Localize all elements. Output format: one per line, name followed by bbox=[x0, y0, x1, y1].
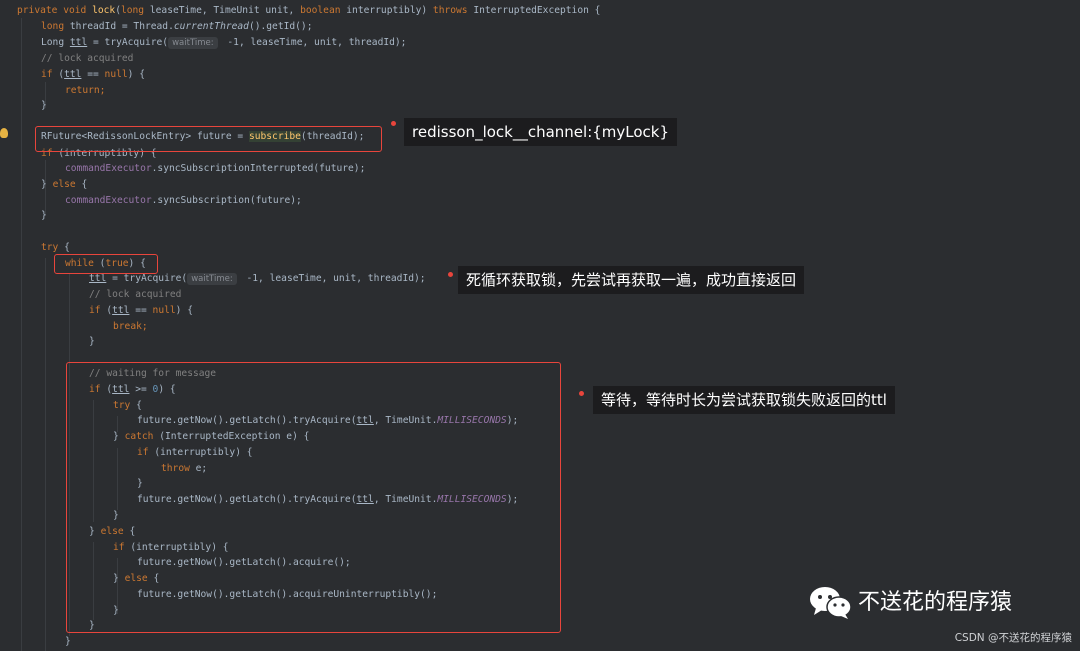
code-text: } bbox=[89, 336, 95, 347]
variable-ttl: ttl bbox=[112, 305, 130, 316]
code-line[interactable]: if (ttl == null) { bbox=[41, 67, 145, 83]
keyword: if bbox=[41, 69, 59, 80]
callout-dot bbox=[448, 272, 453, 277]
code-line[interactable]: } else { bbox=[41, 177, 87, 193]
code-text: ().getId(); bbox=[248, 21, 313, 32]
callout-dot bbox=[579, 391, 584, 396]
subscribe-highlight-box bbox=[35, 126, 382, 152]
indent-guide bbox=[21, 18, 22, 651]
code-text: } bbox=[41, 179, 53, 190]
code-text: -1, leaseTime, unit, threadId); bbox=[221, 37, 407, 48]
keyword: private void bbox=[17, 5, 93, 16]
csdn-watermark: CSDN @不送花的程序猿 bbox=[954, 632, 1072, 644]
keyword: break; bbox=[113, 321, 148, 332]
code-text: } bbox=[41, 100, 47, 111]
field: commandExecutor bbox=[65, 195, 152, 206]
static-call: currentThread bbox=[173, 21, 249, 32]
indent-guide bbox=[45, 258, 46, 651]
code-text: interruptibly) bbox=[346, 5, 433, 16]
code-comment[interactable]: // lock acquired bbox=[89, 287, 181, 303]
code-text: == bbox=[81, 69, 105, 80]
wait-block-highlight-box bbox=[66, 362, 561, 633]
keyword: null bbox=[104, 69, 128, 80]
code-text: = tryAcquire( bbox=[106, 273, 188, 284]
code-line[interactable]: long threadId = Thread.currentThread().g… bbox=[41, 19, 313, 35]
code-text: .syncSubscription(future); bbox=[151, 195, 302, 206]
keyword: else bbox=[52, 179, 82, 190]
subscribe-callout: redisson_lock__channel:{myLock} bbox=[404, 118, 678, 146]
code-line[interactable]: Long ttl = tryAcquire(waitTime: -1, leas… bbox=[41, 35, 406, 51]
keyword: boolean bbox=[300, 5, 347, 16]
code-text: == bbox=[129, 305, 153, 316]
loop-callout: 死循环获取锁，先尝试再获取一遍，成功直接返回 bbox=[458, 266, 805, 294]
code-line[interactable]: } bbox=[41, 98, 47, 114]
code-line[interactable]: break; bbox=[113, 319, 148, 335]
code-text: { bbox=[81, 179, 88, 190]
code-line[interactable]: return; bbox=[65, 83, 105, 99]
parameter-hint: waitTime: bbox=[168, 37, 218, 49]
code-line-method-signature[interactable]: private void lock(long leaseTime, TimeUn… bbox=[17, 3, 600, 19]
code-text: } bbox=[41, 210, 47, 221]
keyword: long bbox=[120, 5, 150, 16]
callout-dot bbox=[391, 121, 396, 126]
while-highlight-box bbox=[54, 254, 158, 274]
method-name: lock bbox=[92, 5, 116, 16]
code-line[interactable]: } bbox=[89, 334, 95, 350]
code-text: leaseTime, TimeUnit unit, bbox=[149, 5, 301, 16]
keyword: return; bbox=[65, 85, 106, 96]
comment-text: // lock acquired bbox=[89, 289, 182, 300]
keyword: if bbox=[89, 305, 107, 316]
code-line[interactable]: commandExecutor.syncSubscription(future)… bbox=[65, 193, 302, 209]
code-text: ) { bbox=[127, 69, 145, 80]
field: commandExecutor bbox=[65, 163, 152, 174]
parameter-hint: waitTime: bbox=[187, 273, 237, 285]
code-line[interactable]: if (ttl == null) { bbox=[89, 303, 193, 319]
variable-ttl: ttl bbox=[89, 273, 107, 284]
code-line[interactable]: } bbox=[41, 208, 47, 224]
wait-callout: 等待，等待时长为尝试获取锁失败返回的ttl bbox=[593, 386, 895, 414]
code-text: ) { bbox=[175, 305, 193, 316]
code-text: } bbox=[65, 636, 71, 647]
code-text: Long bbox=[41, 37, 70, 48]
code-line[interactable]: commandExecutor.syncSubscriptionInterrup… bbox=[65, 161, 365, 177]
keyword: throws bbox=[432, 5, 474, 16]
editor-gutter bbox=[0, 0, 14, 651]
keyword: null bbox=[152, 305, 176, 316]
code-line[interactable]: } bbox=[65, 634, 71, 650]
wechat-icon bbox=[810, 587, 852, 619]
keyword: try bbox=[41, 242, 65, 253]
code-text: .syncSubscriptionInterrupted(future); bbox=[151, 163, 366, 174]
code-text: -1, leaseTime, unit, threadId); bbox=[240, 273, 426, 284]
variable-ttl: ttl bbox=[69, 37, 88, 48]
variable-ttl: ttl bbox=[64, 69, 82, 80]
code-editor[interactable]: private void lock(long leaseTime, TimeUn… bbox=[0, 0, 1080, 651]
code-comment[interactable]: // lock acquired bbox=[41, 51, 133, 67]
lightbulb-icon[interactable] bbox=[0, 128, 8, 138]
code-text: InterruptedException { bbox=[473, 5, 601, 16]
keyword: long bbox=[41, 21, 70, 32]
watermark-title: 不送花的程序猿 bbox=[858, 590, 1013, 615]
code-text: threadId = Thread. bbox=[69, 21, 174, 32]
comment-text: // lock acquired bbox=[41, 53, 134, 64]
code-text: = tryAcquire( bbox=[87, 37, 169, 48]
code-text: { bbox=[64, 242, 70, 253]
